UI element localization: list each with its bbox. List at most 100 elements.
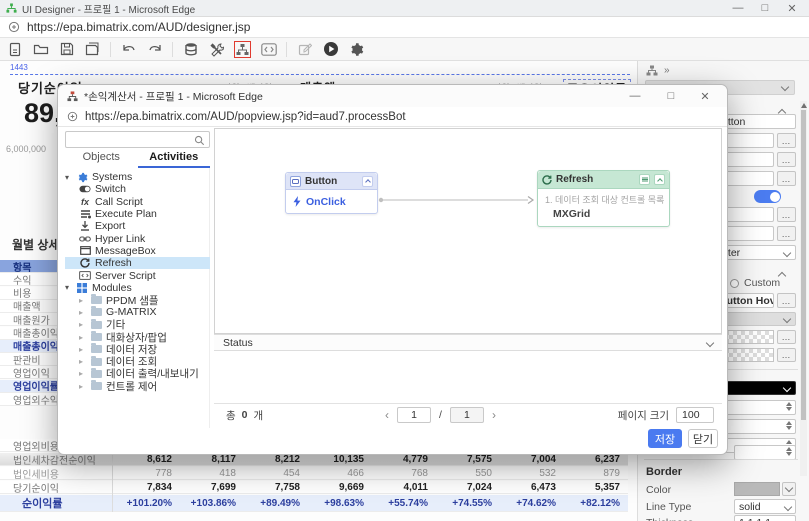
- tree-folder-data-query[interactable]: ▸ 데이터 조회: [65, 355, 210, 368]
- next-page-icon[interactable]: ›: [492, 408, 496, 422]
- tree-item-hyper-link[interactable]: Hyper Link: [65, 233, 210, 245]
- ellipsis-button[interactable]: …: [777, 133, 796, 148]
- chevron-down-icon[interactable]: ▾: [65, 283, 72, 292]
- prev-page-icon[interactable]: ‹: [385, 408, 389, 422]
- refresh-node[interactable]: Refresh 1. 데이터 조회 대상 컨트롤 목록 MXGrid: [537, 170, 670, 227]
- process-flow-icon[interactable]: [234, 40, 251, 58]
- tree-folder-control[interactable]: ▸ 컨트롤 제어: [65, 380, 210, 392]
- edit-icon[interactable]: [296, 41, 313, 58]
- search-input[interactable]: [65, 131, 210, 148]
- border-color-swatch[interactable]: [734, 482, 780, 496]
- chevron-down-icon[interactable]: ▾: [65, 173, 72, 182]
- save-icon[interactable]: [58, 41, 75, 58]
- chevron-right-icon[interactable]: ▸: [79, 296, 86, 305]
- tab-activities[interactable]: Activities: [137, 151, 210, 168]
- collapse-node-icon[interactable]: [362, 175, 373, 187]
- dialog-close-button[interactable]: ✕: [692, 90, 718, 103]
- status-section-header[interactable]: Status: [214, 334, 722, 351]
- collapse-panel-icon[interactable]: »: [664, 65, 670, 76]
- close-button[interactable]: ✕: [781, 2, 803, 15]
- code-icon[interactable]: [260, 41, 277, 58]
- scrollbar-thumb[interactable]: [801, 110, 806, 420]
- open-folder-icon[interactable]: [32, 41, 49, 58]
- number-spinner[interactable]: [734, 445, 796, 460]
- toggle-switch-on[interactable]: [754, 190, 781, 203]
- node-list-icon[interactable]: [639, 174, 650, 185]
- browser-url[interactable]: https://epa.bimatrix.com/AUD/designer.js…: [27, 20, 250, 34]
- ellipsis-button[interactable]: …: [777, 330, 796, 344]
- settings-gear-icon[interactable]: [348, 41, 365, 58]
- scrollbar-up-arrow[interactable]: [800, 103, 807, 108]
- thickness-input[interactable]: 1,1,1,1: [734, 515, 796, 521]
- refresh-node-target[interactable]: MXGrid: [545, 208, 662, 220]
- save-button[interactable]: 저장: [648, 429, 682, 448]
- chevron-right-icon[interactable]: ▸: [79, 308, 86, 317]
- ellipsis-button[interactable]: …: [777, 293, 796, 308]
- browser-urlbar[interactable]: https://epa.bimatrix.com/AUD/designer.js…: [0, 17, 809, 38]
- site-info-icon[interactable]: [8, 21, 20, 33]
- radio-icon: [730, 278, 739, 288]
- close-dialog-button[interactable]: 닫기: [688, 429, 718, 448]
- fx-icon: fx: [80, 196, 89, 207]
- chevron-right-icon[interactable]: ▸: [79, 369, 86, 378]
- minimize-button[interactable]: —: [727, 2, 749, 14]
- dialog-minimize-button[interactable]: —: [620, 90, 650, 102]
- ellipsis-button[interactable]: …: [777, 226, 796, 241]
- ellipsis-button[interactable]: …: [777, 348, 796, 362]
- page-size-input[interactable]: 100: [676, 407, 715, 423]
- run-play-icon[interactable]: [322, 41, 339, 58]
- tree-group-systems[interactable]: ▾ Systems: [65, 171, 210, 183]
- chevron-right-icon[interactable]: ▸: [79, 333, 86, 342]
- collapse-node-icon[interactable]: [654, 174, 665, 185]
- ellipsis-button[interactable]: …: [777, 207, 796, 222]
- tree-item-messagebox[interactable]: MessageBox: [65, 245, 210, 257]
- save-as-icon[interactable]: [84, 41, 101, 58]
- redo-icon[interactable]: [146, 41, 163, 58]
- chevron-down-icon: [782, 314, 792, 324]
- dialog-urlbar[interactable]: https://epa.bimatrix.com/AUD/popview.jsp…: [58, 107, 727, 127]
- database-icon[interactable]: [182, 41, 199, 58]
- chevron-right-icon[interactable]: ▸: [79, 345, 86, 354]
- switch-toggle-icon: [79, 184, 91, 194]
- ellipsis-button[interactable]: …: [777, 152, 796, 167]
- tree-item-export[interactable]: Export: [65, 220, 210, 232]
- dialog-title: *손익계산서 - 프로필 1 - Microsoft Edge: [84, 90, 263, 103]
- tab-objects[interactable]: Objects: [65, 151, 138, 168]
- hierarchy-icon[interactable]: [646, 65, 658, 76]
- undo-icon[interactable]: [120, 41, 137, 58]
- connection-arrow: [378, 196, 535, 204]
- chevron-right-icon[interactable]: ▸: [79, 357, 86, 366]
- folder-icon: [90, 331, 102, 342]
- tree-folder-gmatrix[interactable]: ▸ G-MATRIX: [65, 306, 210, 318]
- dialog-titlebar: *손익계산서 - 프로필 1 - Microsoft Edge — □ ✕: [58, 85, 727, 107]
- tree-item-switch[interactable]: Switch: [65, 183, 210, 195]
- maximize-button[interactable]: □: [754, 2, 776, 14]
- tree-item-refresh[interactable]: Refresh: [65, 257, 210, 270]
- page-input[interactable]: 1: [397, 407, 432, 423]
- custom-radio[interactable]: Custom: [730, 277, 780, 289]
- color-dropdown-button[interactable]: [782, 482, 796, 496]
- tree-folder-data-save[interactable]: ▸ 데이터 저장: [65, 343, 210, 355]
- line-type-dropdown[interactable]: solid: [734, 499, 796, 514]
- dialog-url[interactable]: https://epa.bimatrix.com/AUD/popview.jsp…: [85, 111, 406, 123]
- tree-group-modules[interactable]: ▾ Modules: [65, 282, 210, 294]
- dialog-maximize-button[interactable]: □: [656, 90, 686, 102]
- tree-folder-data-export[interactable]: ▸ 데이터 출력/내보내기: [65, 367, 210, 380]
- tree-folder-ppdm[interactable]: ▸ PPDM 샘플: [65, 294, 210, 306]
- flow-canvas[interactable]: Button OnClick Refresh 1. 데이터 조회 대상 컨트롤 …: [214, 128, 722, 334]
- new-document-icon[interactable]: [6, 41, 23, 58]
- onclick-event[interactable]: OnClick: [306, 196, 346, 208]
- tree-folder-dialog-popup[interactable]: ▸ 대화상자/팝업: [65, 331, 210, 343]
- tree-item-server-script[interactable]: Server Script: [65, 269, 210, 282]
- button-node[interactable]: Button OnClick: [285, 172, 378, 214]
- tree-folder-etc[interactable]: ▸ 기타: [65, 318, 210, 331]
- tree-item-call-script[interactable]: fx Call Script: [65, 196, 210, 208]
- ellipsis-button[interactable]: …: [777, 171, 796, 186]
- panel-scrollbar[interactable]: [800, 101, 807, 476]
- chevron-right-icon[interactable]: ▸: [79, 382, 86, 391]
- chevron-right-icon[interactable]: ▸: [79, 320, 86, 329]
- page-divider: /: [439, 409, 442, 421]
- tools-icon[interactable]: [208, 41, 225, 58]
- tree-item-execute-plan[interactable]: Execute Plan: [65, 208, 210, 220]
- site-info-icon[interactable]: [67, 111, 78, 122]
